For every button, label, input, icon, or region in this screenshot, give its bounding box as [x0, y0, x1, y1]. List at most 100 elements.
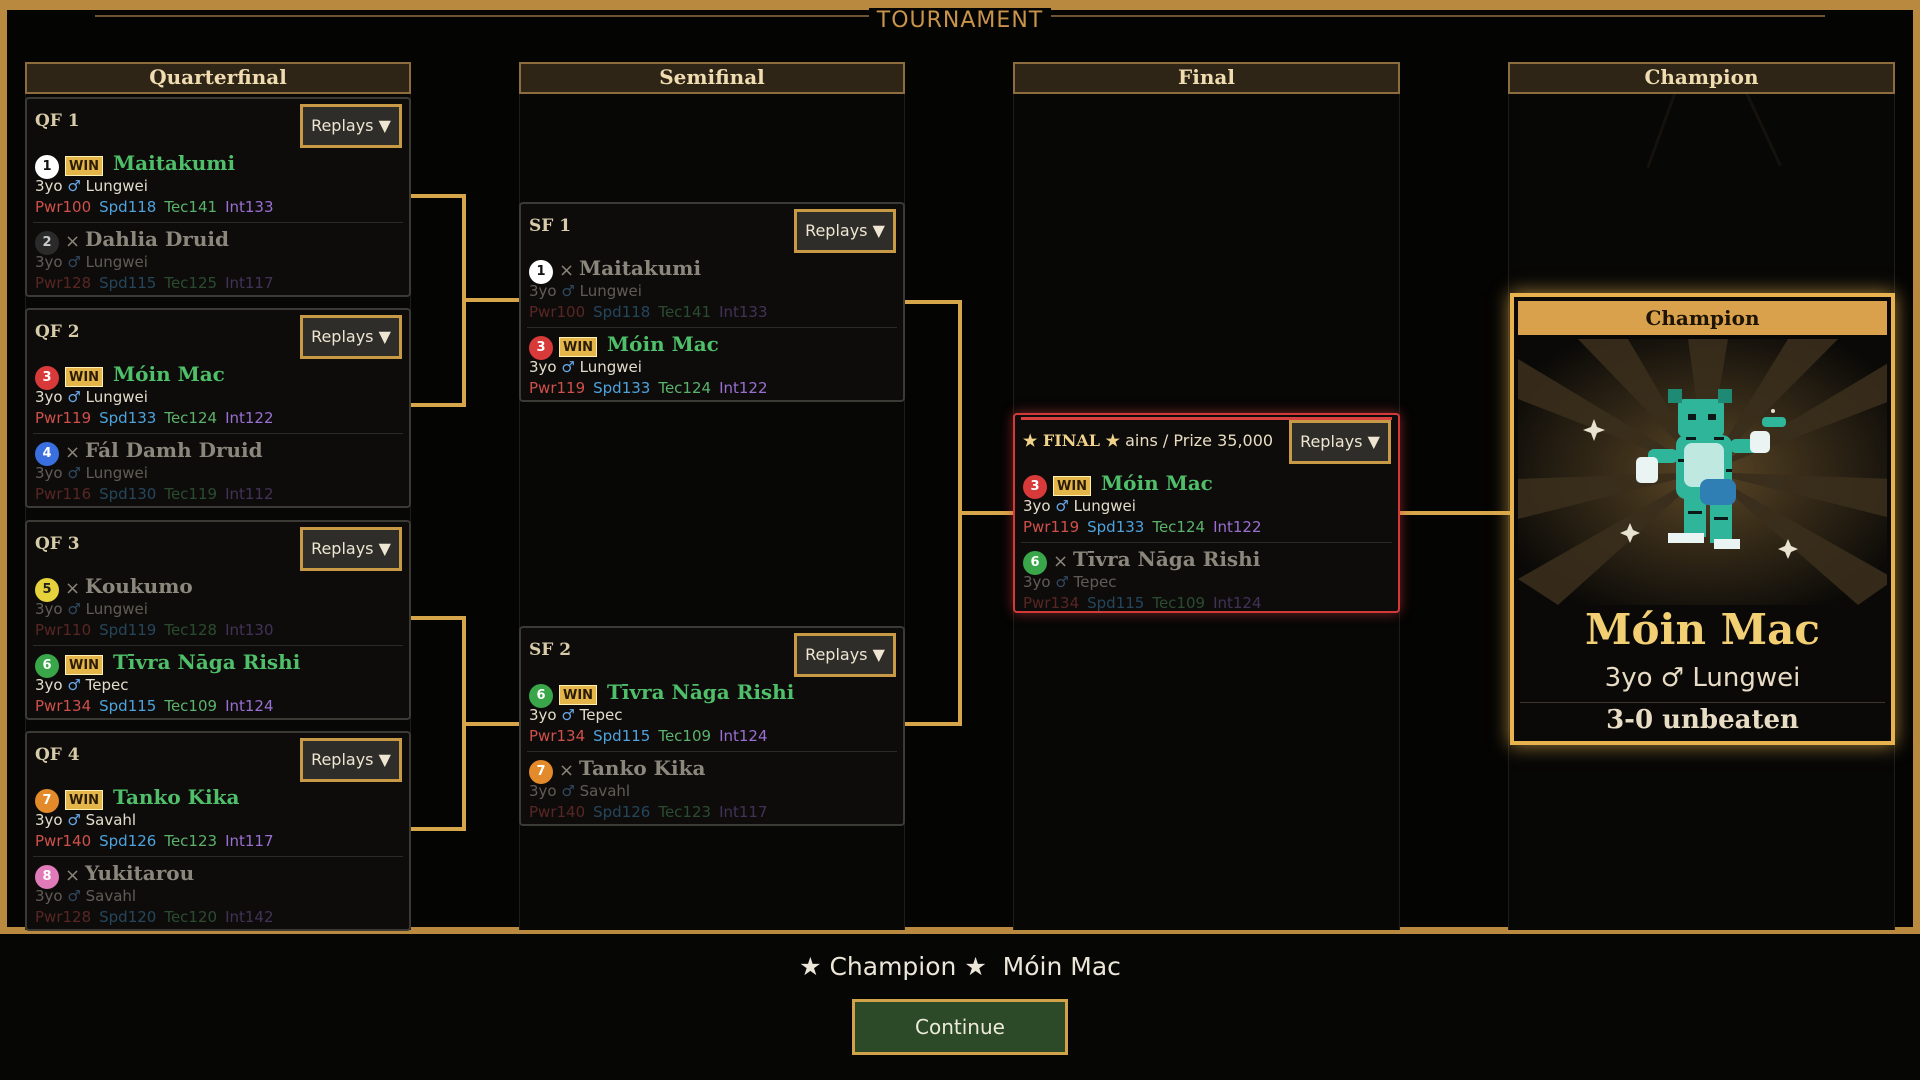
horse-name: Tīvra Nāga Rishi: [113, 650, 301, 674]
winner-entry[interactable]: 3 WIN Móin Mac 3yo ♂ Lungwei Pwr119 Spd133 Tec…: [1021, 467, 1392, 539]
replays-dropdown[interactable]: Replays ▼: [1289, 420, 1391, 464]
stat-speed: Spd133: [1087, 518, 1145, 536]
winner-entry[interactable]: 1 WIN Maitakumi 3yo ♂ Lungwei Pwr100 Spd118 Te…: [33, 147, 403, 219]
stat-power: Pwr134: [1023, 594, 1080, 612]
bracket-connector: [462, 298, 519, 302]
replays-label: Replays: [805, 221, 868, 240]
horse-name: Tīvra Nāga Rishi: [607, 680, 795, 704]
replays-label: Replays: [311, 327, 374, 346]
age: 3yo: [529, 358, 557, 376]
horse-name: Móin Mac: [113, 362, 225, 386]
loser-entry[interactable]: 2 × Dahlia Druid 3yo ♂ Lungwei Pwr128 Spd115 T…: [33, 222, 403, 294]
column-header-final: Final: [1013, 62, 1400, 94]
champion-details: 3yo ♂ Lungwei: [1604, 663, 1801, 693]
stat-power: Pwr119: [529, 379, 586, 397]
stat-power: Pwr128: [35, 908, 92, 926]
stat-speed: Spd118: [99, 198, 157, 216]
horse-name: Tanko Kika: [113, 785, 240, 809]
horse-stats: Pwr128 Spd120 Tec120 Int142: [35, 908, 282, 926]
breed: Lungwei: [579, 282, 642, 300]
star-icon: ★: [1105, 431, 1120, 450]
stat-power: Pwr140: [35, 832, 92, 850]
stat-intelligence: Int117: [225, 274, 274, 292]
loss-x-icon: ×: [65, 231, 81, 252]
replays-dropdown[interactable]: Replays ▼: [300, 104, 402, 148]
winner-entry[interactable]: 3 WIN Móin Mac 3yo ♂ Lungwei Pwr119 Spd133 Tec…: [527, 327, 897, 399]
replays-dropdown[interactable]: Replays ▼: [794, 209, 896, 253]
seed-badge: 6: [1023, 551, 1047, 575]
stat-speed: Spd130: [99, 485, 157, 503]
bracket-connector: [958, 511, 1013, 515]
champion-divider: [1520, 702, 1885, 703]
loser-entry[interactable]: 7 × Tanko Kika 3yo ♂ Savahl Pwr140 Spd126 Tec1…: [527, 751, 897, 823]
gender-icon: ♂: [67, 887, 81, 905]
winner-entry[interactable]: 7 WIN Tanko Kika 3yo ♂ Savahl Pwr140 Spd126 Te…: [33, 781, 403, 853]
stat-speed: Spd115: [99, 697, 157, 715]
bracket-connector: [1400, 511, 1510, 515]
horse-info: 3yo ♂ Savahl: [529, 782, 630, 800]
horse-stats: Pwr134 Spd115 Tec109 Int124: [1023, 594, 1270, 612]
horse-info: 3yo ♂ Lungwei: [35, 600, 148, 618]
loser-entry[interactable]: 6 × Tīvra Nāga Rishi 3yo ♂ Tepec Pwr134 Spd11…: [1021, 542, 1392, 614]
gender-icon: ♂: [67, 177, 81, 195]
continue-button[interactable]: Continue: [852, 999, 1068, 1055]
stat-intelligence: Int124: [719, 727, 768, 745]
match-card: SF 1 Replays ▼ 1 × Maitakumi 3yo ♂ Lungwei Pwr…: [519, 202, 905, 402]
star-icon: ★: [964, 952, 987, 981]
seed-badge: 3: [529, 336, 553, 360]
star-icon: ★: [799, 952, 822, 981]
match-code: QF 2: [35, 322, 80, 342]
final-subtitle: ains: [1125, 431, 1158, 450]
stat-power: Pwr119: [1023, 518, 1080, 536]
win-badge: WIN: [65, 367, 104, 387]
loser-entry[interactable]: 4 × Fál Damh Druid 3yo ♂ Lungwei Pwr116 Spd13…: [33, 433, 403, 505]
stat-technique: Tec141: [164, 198, 218, 216]
horse-stats: Pwr100 Spd118 Tec141 Int133: [529, 303, 776, 321]
final-header: ★ FINAL ★ ains / Prize 35,000: [1023, 431, 1277, 450]
seed-badge: 7: [529, 760, 553, 784]
match-code: SF 2: [529, 640, 572, 660]
replays-dropdown[interactable]: Replays ▼: [794, 633, 896, 677]
stat-power: Pwr134: [35, 697, 92, 715]
champion-record: 3-0 unbeaten: [1606, 705, 1799, 735]
seed-badge: 4: [35, 442, 59, 466]
stat-technique: Tec109: [164, 697, 218, 715]
horse-name: Móin Mac: [1101, 471, 1213, 495]
breed: Lungwei: [579, 358, 642, 376]
stat-power: Pwr110: [35, 621, 92, 639]
age: 3yo: [35, 676, 63, 694]
horse-stats: Pwr100 Spd118 Tec141 Int133: [35, 198, 282, 216]
horse-info: 3yo ♂ Tepec: [1023, 573, 1116, 591]
champion-announcement: ★ Champion ★ Móin Mac: [0, 952, 1920, 981]
match-card: QF 2 Replays ▼ 3 WIN Móin Mac 3yo ♂ Lungwei Pw…: [25, 308, 411, 508]
age: 3yo: [35, 464, 63, 482]
seed-badge: 1: [35, 155, 59, 179]
replays-dropdown[interactable]: Replays ▼: [300, 527, 402, 571]
replays-dropdown[interactable]: Replays ▼: [300, 315, 402, 359]
horse-name: Móin Mac: [607, 332, 719, 356]
horse-name: Yukitarou: [85, 861, 195, 885]
match-code: SF 1: [529, 216, 572, 236]
loser-entry[interactable]: 1 × Maitakumi 3yo ♂ Lungwei Pwr100 Spd118 Tec1…: [527, 252, 897, 324]
bracket-connector: [905, 722, 962, 726]
replays-dropdown[interactable]: Replays ▼: [300, 738, 402, 782]
horse-name: Tanko Kika: [579, 756, 706, 780]
loser-entry[interactable]: 5 × Koukumo 3yo ♂ Lungwei Pwr110 Spd119 Tec128…: [33, 570, 403, 642]
gender-icon: ♂: [561, 706, 575, 724]
stat-speed: Spd115: [593, 727, 651, 745]
match-card: SF 2 Replays ▼ 6 WIN Tīvra Nāga Rishi 3yo ♂ T…: [519, 626, 905, 826]
stat-power: Pwr140: [529, 803, 586, 821]
horse-name: Maitakumi: [579, 256, 702, 280]
gender-icon: ♂: [561, 358, 575, 376]
loser-entry[interactable]: 8 × Yukitarou 3yo ♂ Savahl Pwr128 Spd120 Tec12…: [33, 856, 403, 928]
stat-intelligence: Int112: [225, 485, 274, 503]
age: 3yo: [35, 388, 63, 406]
gender-icon: ♂: [67, 811, 81, 829]
stat-intelligence: Int122: [225, 409, 274, 427]
winner-entry[interactable]: 6 WIN Tīvra Nāga Rishi 3yo ♂ Tepec Pwr134 Spd…: [527, 676, 897, 748]
win-badge: WIN: [65, 790, 104, 810]
horse-info: 3yo ♂ Lungwei: [35, 388, 148, 406]
champion-name: Móin Mac: [1585, 605, 1820, 654]
winner-entry[interactable]: 3 WIN Móin Mac 3yo ♂ Lungwei Pwr119 Spd133 Tec…: [33, 358, 403, 430]
winner-entry[interactable]: 6 WIN Tīvra Nāga Rishi 3yo ♂ Tepec Pwr134 Spd…: [33, 645, 403, 717]
